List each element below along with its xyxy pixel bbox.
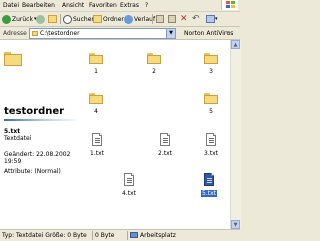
status-bar: Typ: Textdatei Größe: 0 Byte 0 Byte Arbe… — [0, 229, 240, 241]
toolbar: Zurück ▾ Suchen Ordner Verlauf ✕ ↶ ▾ — [0, 12, 240, 27]
folders-button[interactable]: Ordner — [93, 14, 124, 24]
details-panel: testordner 5.txt Textdatei Geändert: 22.… — [0, 40, 84, 229]
menu-datei[interactable]: Datei — [3, 2, 19, 9]
delete-button[interactable]: ✕ — [180, 14, 188, 24]
menu-bearbeiten[interactable]: Bearbeiten — [22, 2, 55, 9]
selected-file-type: Textdatei — [4, 135, 32, 142]
undo-button[interactable]: ↶ — [192, 14, 200, 24]
search-icon — [63, 14, 72, 24]
folder-icon — [4, 52, 22, 66]
search-button[interactable]: Suchen — [63, 14, 95, 24]
back-button-label: Zurück — [12, 15, 33, 23]
copy-to-button[interactable] — [168, 14, 176, 24]
title-divider — [4, 119, 80, 121]
dropdown-arrow-icon[interactable]: ▼ — [166, 29, 175, 38]
menu-ansicht[interactable]: Ansicht — [62, 2, 84, 9]
txt-file-3-icon[interactable] — [206, 133, 216, 146]
folder-title: testordner — [4, 106, 65, 117]
folder-1-label[interactable]: 1 — [84, 68, 108, 75]
views-icon — [206, 15, 215, 23]
folder-2-icon[interactable] — [147, 53, 161, 64]
folder-4-label[interactable]: 4 — [84, 108, 108, 115]
address-bar: Adresse C:\testordner ▼ Norton AntiVirus… — [0, 27, 240, 40]
toolbar-overflow-chevron[interactable]: » — [226, 29, 230, 36]
status-text: Typ: Textdatei Größe: 0 Byte — [2, 232, 87, 239]
scroll-up-button[interactable]: ▲ — [231, 40, 240, 49]
txt-file-1-icon[interactable] — [92, 133, 102, 146]
forward-arrow-icon — [36, 14, 45, 24]
address-value: C:\testordner — [40, 30, 80, 37]
txt-file-5-label-wrap[interactable]: 5.txt — [197, 190, 221, 197]
windows-logo-icon — [221, 0, 238, 10]
search-button-label: Suchen — [73, 15, 96, 23]
move-to-button[interactable] — [156, 14, 164, 24]
history-icon — [124, 14, 133, 24]
selected-file-attributes: Attribute: (Normal) — [4, 168, 61, 175]
txt-file-4-label[interactable]: 4.txt — [117, 190, 141, 197]
back-button[interactable]: Zurück ▾ — [2, 14, 36, 24]
menu-help[interactable]: ? — [145, 2, 148, 9]
scroll-down-button[interactable]: ▼ — [231, 220, 240, 229]
copy-to-icon — [168, 15, 176, 23]
txt-file-5-icon[interactable] — [204, 173, 214, 186]
folder-1-icon[interactable] — [89, 53, 103, 64]
address-input[interactable]: C:\testordner ▼ — [29, 28, 176, 39]
back-arrow-icon — [2, 14, 11, 24]
folders-button-label: Ordner — [103, 15, 124, 23]
txt-file-4-icon[interactable] — [124, 173, 134, 186]
folder-2-label[interactable]: 2 — [142, 68, 166, 75]
status-zone: Arbeitsplatz — [140, 232, 176, 239]
folder-5-icon[interactable] — [204, 93, 218, 104]
folder-3-icon[interactable] — [204, 53, 218, 64]
vertical-scrollbar[interactable]: ▲ ▼ — [230, 40, 241, 229]
selected-file-modified: Geändert: 22.08.2002 19:59 — [4, 151, 71, 165]
folder-4-icon[interactable] — [89, 93, 103, 104]
txt-file-2-label[interactable]: 2.txt — [153, 150, 177, 157]
delete-icon: ✕ — [180, 14, 188, 24]
txt-file-1-label[interactable]: 1.txt — [85, 150, 109, 157]
undo-icon: ↶ — [192, 14, 200, 24]
txt-file-5-label[interactable]: 5.txt — [201, 190, 217, 197]
folder-icon — [32, 31, 38, 36]
menu-favoriten[interactable]: Favoriten — [89, 2, 117, 9]
chevron-down-icon: ▾ — [215, 16, 218, 22]
up-folder-icon — [48, 15, 57, 23]
selected-file-name: 5.txt — [4, 128, 21, 135]
address-label: Adresse — [3, 30, 27, 37]
views-button[interactable]: ▾ — [206, 14, 218, 24]
menu-bar: Datei Bearbeiten Ansicht Favoriten Extra… — [0, 0, 240, 12]
txt-file-2-icon[interactable] — [160, 133, 170, 146]
up-folder-button[interactable] — [48, 14, 57, 24]
file-list-view: 1 2 3 4 5 1.txt 2.txt 3.txt 4.txt 5.txt — [84, 40, 230, 229]
folder-3-label[interactable]: 3 — [199, 68, 223, 75]
status-size: 0 Byte — [95, 232, 115, 239]
txt-file-3-label[interactable]: 3.txt — [199, 150, 223, 157]
computer-icon — [130, 232, 138, 238]
folder-5-label[interactable]: 5 — [199, 108, 223, 115]
menu-extras[interactable]: Extras — [120, 2, 139, 9]
forward-button[interactable] — [36, 14, 46, 24]
folders-icon — [93, 15, 102, 23]
history-button[interactable]: Verlauf — [124, 14, 155, 24]
move-to-icon — [156, 15, 164, 23]
